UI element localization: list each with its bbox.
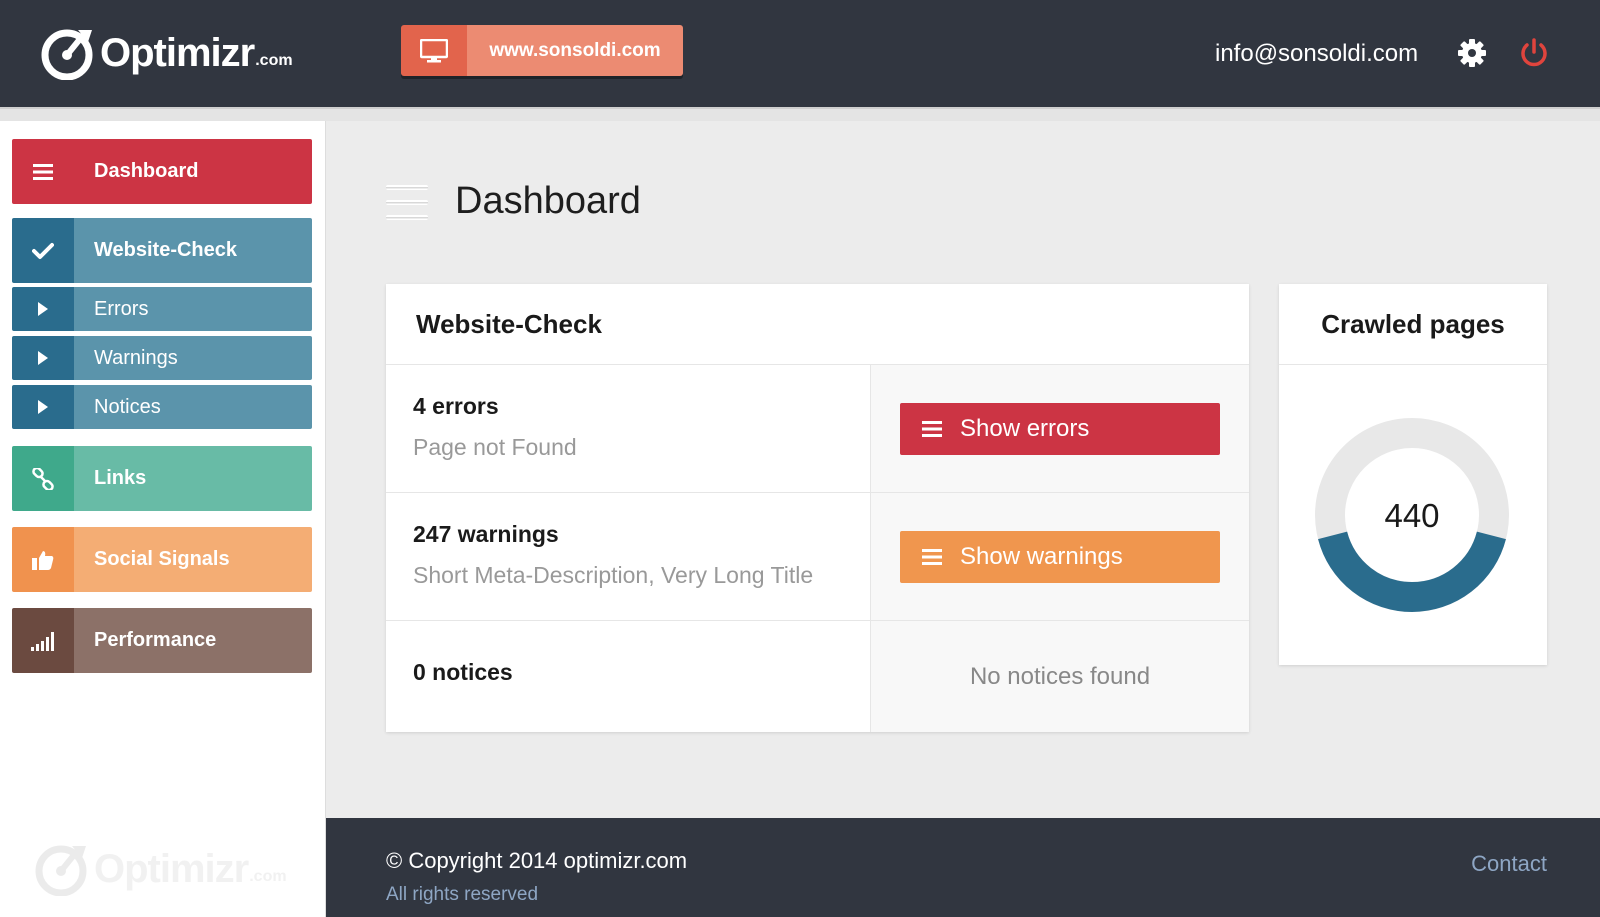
sidebar-footer-logo: Optimizr .com	[34, 842, 287, 896]
errors-count: 4 errors	[413, 393, 499, 419]
sidebar-item-links[interactable]: Links	[12, 446, 312, 511]
card-title: Crawled pages	[1279, 284, 1547, 365]
crawled-pages-card: Crawled pages 440	[1279, 284, 1547, 665]
sidebar-item-label: Notices	[74, 385, 312, 429]
thumbs-up-icon	[12, 527, 74, 592]
card-title: Website-Check	[386, 284, 1249, 365]
page-title: Dashboard	[455, 180, 641, 222]
logo-suffix: .com	[249, 868, 287, 885]
sidebar-item-label: Website-Check	[74, 218, 312, 283]
sidebar-item-warnings[interactable]: Warnings	[12, 336, 312, 380]
signal-bars-icon	[12, 608, 74, 673]
warnings-action-cell: Show warnings	[871, 493, 1249, 620]
warnings-description: Short Meta-Description, Very Long Title	[413, 562, 814, 588]
rights-text: All rights reserved	[386, 884, 539, 905]
hamburger-menu-icon	[922, 420, 942, 437]
chain-link-icon	[12, 446, 74, 511]
errors-summary: 4 errors Page not Found	[386, 365, 871, 492]
sidebar-item-label: Errors	[74, 287, 312, 331]
website-check-card: Website-Check 4 errors Page not Found Sh…	[386, 284, 1249, 732]
checkmark-icon	[12, 218, 74, 283]
warnings-count: 247 warnings	[413, 521, 559, 547]
hamburger-menu-icon	[922, 548, 942, 565]
show-warnings-label: Show warnings	[960, 542, 1123, 570]
warnings-summary: 247 warnings Short Meta-Description, Ver…	[386, 493, 871, 620]
notices-summary: 0 notices	[386, 621, 871, 732]
sidebar-item-errors[interactable]: Errors	[12, 287, 312, 331]
show-warnings-button[interactable]: Show warnings	[900, 530, 1220, 583]
warnings-row: 247 warnings Short Meta-Description, Ver…	[386, 493, 1249, 621]
sidebar: Dashboard Website-Check Errors Warnings …	[0, 121, 326, 917]
errors-description: Page not Found	[413, 434, 577, 460]
show-errors-label: Show errors	[960, 414, 1090, 442]
sidebar-item-label: Dashboard	[74, 139, 312, 204]
show-errors-button[interactable]: Show errors	[900, 402, 1220, 455]
logo-mark-icon	[35, 845, 87, 896]
page-footer: © Copyright 2014 optimizr.com All rights…	[326, 818, 1600, 917]
hamburger-menu-icon	[12, 139, 74, 204]
errors-action-cell: Show errors	[871, 365, 1249, 492]
gear-icon[interactable]	[1458, 39, 1486, 67]
contact-link[interactable]: Contact	[1471, 851, 1547, 877]
crawled-pages-value: 440	[1384, 497, 1439, 534]
sidebar-item-performance[interactable]: Performance	[12, 608, 312, 673]
triangle-right-icon	[12, 287, 74, 331]
sidebar-item-social-signals[interactable]: Social Signals	[12, 527, 312, 592]
monitor-icon	[401, 25, 467, 76]
errors-row: 4 errors Page not Found Show errors	[386, 365, 1249, 493]
sidebar-item-website-check[interactable]: Website-Check	[12, 218, 312, 283]
triangle-right-icon	[12, 336, 74, 380]
sidebar-item-label: Social Signals	[74, 527, 312, 592]
logo-mark-icon	[41, 29, 93, 80]
logo-text: Optimizr	[100, 30, 255, 75]
notices-count: 0 notices	[413, 659, 513, 685]
triangle-right-icon	[12, 385, 74, 429]
app-logo[interactable]: Optimizr .com	[40, 26, 293, 80]
hamburger-menu-icon	[386, 185, 428, 220]
logo-suffix: .com	[255, 52, 293, 69]
top-header: Optimizr .com www.sonsoldi.com info@sons…	[0, 0, 1600, 107]
sidebar-item-label: Links	[74, 446, 312, 511]
sidebar-item-label: Warnings	[74, 336, 312, 380]
copyright-text: © Copyright 2014 optimizr.com	[386, 848, 688, 873]
website-selector-button[interactable]: www.sonsoldi.com	[401, 25, 683, 76]
donut-progress-arc	[1318, 531, 1506, 612]
user-email[interactable]: info@sonsoldi.com	[1215, 40, 1418, 68]
sidebar-item-dashboard[interactable]: Dashboard	[12, 139, 312, 204]
crawled-pages-donut: 440	[1315, 418, 1509, 612]
notices-action-cell: No notices found	[871, 621, 1249, 732]
logo-text: Optimizr	[94, 846, 249, 891]
no-notices-text: No notices found	[969, 662, 1151, 690]
sidebar-item-notices[interactable]: Notices	[12, 385, 312, 429]
notices-row: 0 notices No notices found	[386, 621, 1249, 732]
power-icon[interactable]	[1518, 37, 1550, 69]
website-url-label: www.sonsoldi.com	[467, 25, 683, 76]
header-divider	[0, 107, 1600, 121]
sidebar-item-label: Performance	[74, 608, 312, 673]
